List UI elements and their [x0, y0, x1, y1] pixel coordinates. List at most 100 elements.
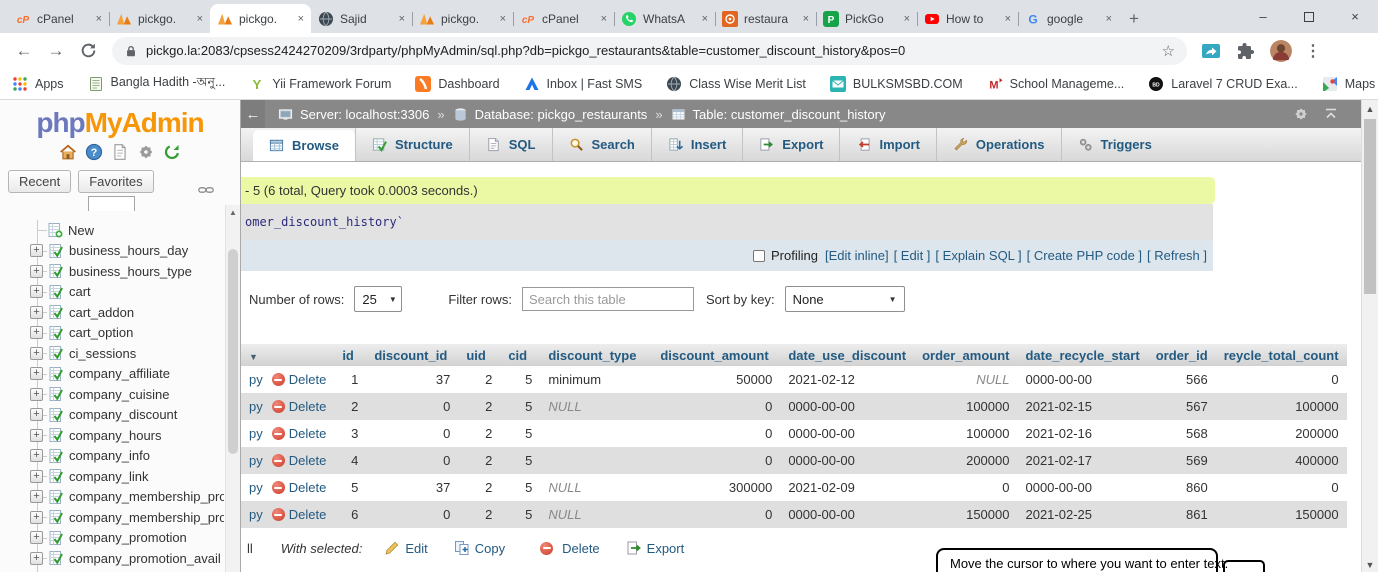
bookmark-item[interactable]: Inbox | Fast SMS	[524, 76, 643, 92]
delete-icon[interactable]	[272, 427, 285, 440]
page-scrollbar[interactable]: ▲ ▼	[1361, 100, 1378, 572]
expand-plus-icon[interactable]: +	[30, 306, 43, 319]
browser-tab[interactable]: pickgo.×	[109, 4, 210, 33]
sidebar-scrollbar[interactable]: ▲	[225, 205, 240, 572]
sidebar-item-company_promotion[interactable]: +company_promotion	[0, 528, 224, 549]
close-icon[interactable]: ×	[399, 13, 405, 25]
close-icon[interactable]: ×	[601, 13, 607, 25]
breadcrumb-table[interactable]: Table: customer_discount_history	[693, 107, 886, 122]
browser-tab[interactable]: pickgo.×	[210, 4, 311, 33]
reload-button[interactable]	[74, 42, 102, 59]
check-all-partial[interactable]: ll	[247, 541, 253, 556]
tab-import[interactable]: Import	[839, 128, 935, 161]
refresh-icon[interactable]	[163, 143, 181, 161]
close-window-button[interactable]: ×	[1332, 0, 1378, 33]
sidebar-item-cart_option[interactable]: +cart_option	[0, 323, 224, 344]
delete-icon[interactable]	[272, 481, 285, 494]
column-header-reycle_total_count[interactable]: reycle_total_count	[1216, 344, 1347, 366]
column-header-uid[interactable]: uid	[458, 344, 500, 366]
browser-tab[interactable]: restaura×	[715, 4, 816, 33]
browser-tab[interactable]: PPickGo×	[816, 4, 917, 33]
tab-structure[interactable]: Structure	[355, 128, 469, 161]
browser-tab[interactable]: Sajid×	[311, 4, 412, 33]
browser-menu-icon[interactable]: ⋮	[1305, 41, 1321, 61]
expand-plus-icon[interactable]: +	[30, 490, 43, 503]
tab-browse[interactable]: Browse	[253, 130, 355, 161]
scrollbar-thumb[interactable]	[1364, 119, 1376, 294]
expand-plus-icon[interactable]: +	[30, 449, 43, 462]
copy-link-partial[interactable]: py	[249, 453, 263, 468]
settings-gear-icon[interactable]	[1293, 106, 1309, 122]
breadcrumb-server[interactable]: Server: localhost:3306	[300, 107, 429, 122]
close-icon[interactable]: ×	[96, 13, 102, 25]
sidebar-item-company_affiliate[interactable]: +company_affiliate	[0, 364, 224, 385]
sidebar-item-company_promotion_avail[interactable]: +company_promotion_avail	[0, 548, 224, 569]
scroll-down-icon[interactable]: ▼	[1362, 560, 1378, 570]
forward-button[interactable]: →	[42, 41, 70, 61]
expand-plus-icon[interactable]: +	[30, 265, 43, 278]
tab-insert[interactable]: Insert	[651, 128, 742, 161]
expand-plus-icon[interactable]: +	[30, 429, 43, 442]
bookmark-item[interactable]: Bangla Hadith -অনু...	[88, 74, 226, 94]
tab-triggers[interactable]: Triggers	[1061, 128, 1168, 161]
browser-tab[interactable]: WhatsA×	[614, 4, 715, 33]
close-icon[interactable]: ×	[298, 13, 304, 25]
bookmark-item[interactable]: BDLaravel 7 CRUD Exa...	[1148, 76, 1297, 92]
copy-link-partial[interactable]: py	[249, 426, 263, 441]
url-field[interactable]: pickgo.la:2083/cpsess2424270209/3rdparty…	[112, 37, 1187, 65]
phpmyadmin-logo[interactable]: phpMyAdmin	[0, 100, 240, 139]
delete-link[interactable]: Delete	[289, 372, 327, 387]
column-header-date_use_discount[interactable]: date_use_discount	[780, 344, 914, 366]
sidebar-item-cart[interactable]: +cart	[0, 282, 224, 303]
home-icon[interactable]	[59, 143, 77, 161]
delete-link[interactable]: Delete	[289, 507, 327, 522]
expand-plus-icon[interactable]: +	[30, 388, 43, 401]
bookmark-item[interactable]: Class Wise Merit List	[666, 76, 806, 92]
expand-plus-icon[interactable]: +	[30, 326, 43, 339]
query-link-edit-inline[interactable]: [Edit inline]	[825, 248, 889, 263]
page-selector-partial[interactable]	[88, 196, 135, 211]
browser-tab[interactable]: cPcPanel×	[8, 4, 109, 33]
sidebar-item-new[interactable]: New	[0, 220, 224, 241]
close-icon[interactable]: ×	[1106, 13, 1112, 25]
bookmark-star-icon[interactable]: ☆	[1162, 42, 1175, 60]
close-icon[interactable]: ×	[904, 13, 910, 25]
expand-plus-icon[interactable]: +	[30, 285, 43, 298]
tab-export[interactable]: Export	[742, 128, 839, 161]
sidebar-item-company_hours[interactable]: +company_hours	[0, 425, 224, 446]
scrollbar-thumb[interactable]	[228, 249, 238, 454]
delete-link[interactable]: Delete	[289, 426, 327, 441]
expand-plus-icon[interactable]: +	[30, 408, 43, 421]
browser-tab[interactable]: cPcPanel×	[513, 4, 614, 33]
bookmark-item[interactable]: BULKSMSBD.COM	[830, 76, 963, 92]
tab-search[interactable]: Search	[552, 128, 651, 161]
delete-link[interactable]: Delete	[289, 453, 327, 468]
close-icon[interactable]: ×	[197, 13, 203, 25]
sidebar-item-business_hours_day[interactable]: +business_hours_day	[0, 241, 224, 262]
document-icon[interactable]	[111, 143, 129, 161]
close-icon[interactable]: ×	[1005, 13, 1011, 25]
bookmark-item[interactable]: Apps	[12, 76, 64, 92]
copy-link-partial[interactable]: py	[249, 480, 263, 495]
sidebar-item-company_link[interactable]: +company_link	[0, 466, 224, 487]
delete-icon[interactable]	[272, 400, 285, 413]
column-header-discount_type[interactable]: discount_type	[540, 344, 652, 366]
collapse-top-icon[interactable]	[1323, 106, 1339, 122]
query-link-explain-sql[interactable]: [ Explain SQL ]	[935, 248, 1021, 263]
with-selected-copy-button[interactable]: Copy	[454, 540, 505, 556]
sidebar-item-company_membership_pro[interactable]: +company_membership_pro	[0, 507, 224, 528]
browser-tab[interactable]: pickgo.×	[412, 4, 513, 33]
extensions-puzzle-icon[interactable]	[1235, 40, 1257, 62]
with-selected-export-button[interactable]: Export	[626, 540, 685, 556]
column-header-cid[interactable]: cid	[500, 344, 540, 366]
expand-plus-icon[interactable]: +	[30, 531, 43, 544]
scroll-up-icon[interactable]: ▲	[1362, 100, 1378, 114]
bookmark-item[interactable]: YYii Framework Forum	[249, 76, 391, 92]
copy-link-partial[interactable]: py	[249, 507, 263, 522]
profile-avatar[interactable]	[1270, 40, 1292, 62]
delete-link[interactable]: Delete	[289, 480, 327, 495]
query-link-refresh[interactable]: [ Refresh ]	[1147, 248, 1207, 263]
column-header-discount_id[interactable]: discount_id	[366, 344, 458, 366]
minimize-button[interactable]: –	[1240, 0, 1286, 33]
rows-per-page-select[interactable]: 25▼	[354, 286, 402, 312]
